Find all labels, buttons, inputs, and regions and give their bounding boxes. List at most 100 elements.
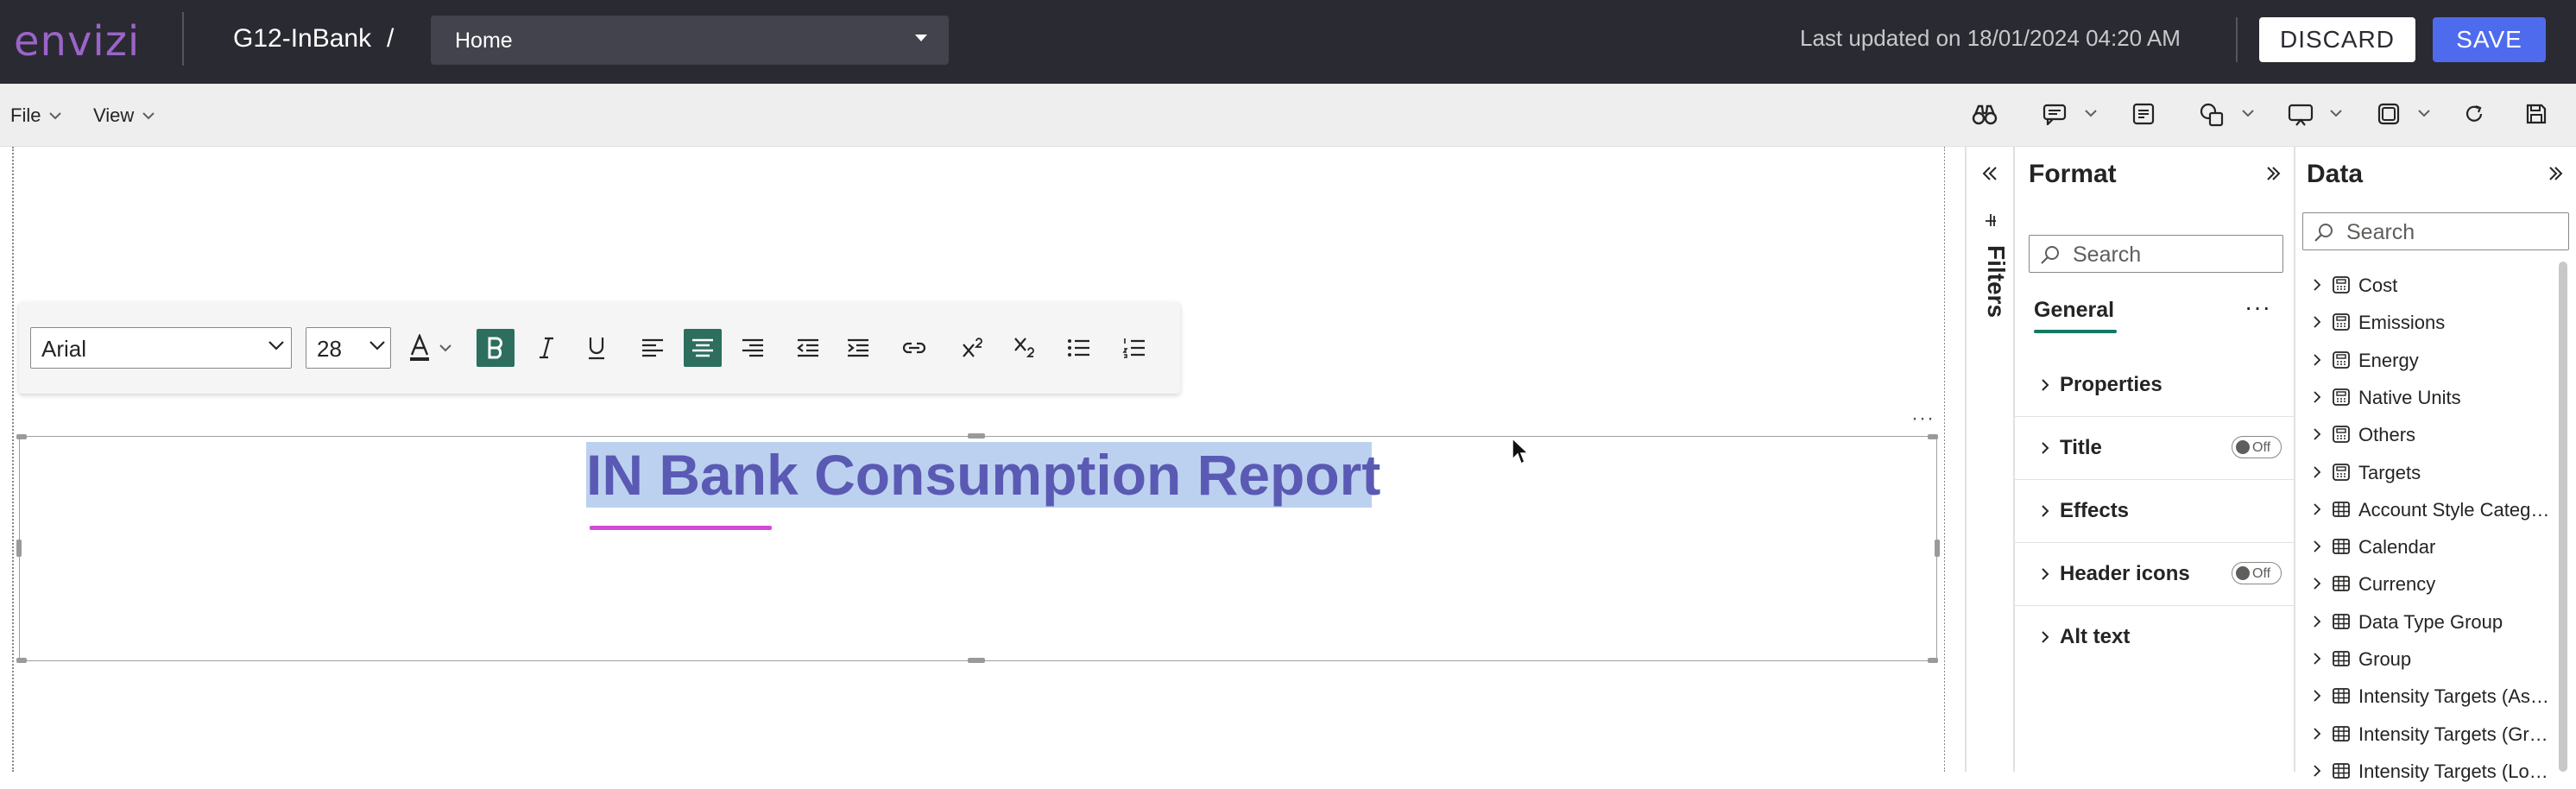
- underline-button[interactable]: [578, 329, 616, 367]
- shapes-icon[interactable]: [2200, 103, 2224, 127]
- data-field-item[interactable]: Energy: [2295, 341, 2554, 378]
- chevron-right-icon[interactable]: [2313, 764, 2321, 778]
- link-button[interactable]: [895, 329, 933, 367]
- superscript-button[interactable]: [954, 329, 992, 367]
- data-field-item[interactable]: Targets: [2295, 453, 2554, 490]
- data-field-item[interactable]: Others: [2295, 415, 2554, 452]
- section-label: Alt text: [2060, 625, 2131, 648]
- bulleted-list-button[interactable]: [1060, 329, 1098, 367]
- envizi-logo[interactable]: envizi: [14, 17, 140, 66]
- binoculars-icon[interactable]: [1972, 103, 1998, 127]
- chevron-right-icon[interactable]: [2313, 727, 2321, 741]
- resize-handle[interactable]: [16, 540, 22, 557]
- textbox-icon[interactable]: [2132, 103, 2155, 125]
- chevron-right-icon[interactable]: [2313, 577, 2321, 590]
- data-field-item[interactable]: Data Type Group: [2295, 603, 2554, 640]
- filters-pane-collapsed[interactable]: [1965, 147, 2015, 772]
- tab-general[interactable]: General: [2034, 297, 2114, 323]
- page-select-dropdown[interactable]: Home: [431, 16, 949, 65]
- chevron-right-icon[interactable]: [2313, 278, 2321, 292]
- chevron-down-icon[interactable]: [2085, 110, 2097, 117]
- chevron-down-icon[interactable]: [2242, 110, 2254, 117]
- save-icon[interactable]: [2525, 103, 2548, 125]
- bold-button[interactable]: [477, 329, 515, 367]
- data-field-item[interactable]: Intensity Targets (Loca...: [2295, 752, 2554, 789]
- double-chevron-right-icon[interactable]: [2265, 166, 2281, 181]
- menu-view[interactable]: View: [93, 104, 155, 127]
- toggle-knob: [2236, 566, 2250, 580]
- chevron-right-icon[interactable]: [2313, 502, 2321, 516]
- chevron-right-icon[interactable]: [2313, 315, 2321, 329]
- font-color-button[interactable]: [401, 329, 439, 367]
- breadcrumb-separator: /: [387, 24, 395, 53]
- report-title-text[interactable]: IN Bank Consumption Report: [586, 442, 1380, 508]
- chevron-right-icon[interactable]: [2313, 689, 2321, 703]
- chevron-right-icon[interactable]: [2313, 427, 2321, 441]
- chevron-right-icon[interactable]: [2313, 353, 2321, 367]
- filters-label[interactable]: Filters: [1972, 242, 2010, 319]
- chevron-right-icon[interactable]: [2313, 652, 2321, 666]
- resize-handle[interactable]: [968, 433, 985, 439]
- font-family-select[interactable]: Arial: [30, 327, 292, 369]
- double-chevron-right-icon[interactable]: [2548, 166, 2563, 181]
- resize-handle[interactable]: [16, 658, 27, 663]
- refresh-icon[interactable]: [2463, 103, 2485, 125]
- data-field-item[interactable]: Account Style Category: [2295, 490, 2554, 527]
- underline-icon: [589, 338, 604, 360]
- chevron-right-icon: [2042, 631, 2049, 643]
- chevron-down-icon[interactable]: [2330, 110, 2342, 117]
- section-header-icons[interactable]: Header icons Off: [2015, 543, 2294, 606]
- data-field-label: Emissions: [2358, 312, 2446, 333]
- italic-button[interactable]: [527, 329, 565, 367]
- comment-icon[interactable]: [2042, 103, 2067, 125]
- subscript-button[interactable]: [1006, 329, 1044, 367]
- chevron-right-icon: [2042, 505, 2049, 517]
- chevron-right-icon[interactable]: [2313, 540, 2321, 553]
- layout-icon[interactable]: [2377, 103, 2400, 125]
- data-search-placeholder: Search: [2346, 220, 2415, 244]
- resize-handle[interactable]: [1928, 658, 1938, 663]
- align-center-button[interactable]: [684, 329, 722, 367]
- chevron-right-icon[interactable]: [2313, 465, 2321, 479]
- font-color-dropdown[interactable]: [434, 329, 457, 367]
- data-field-item[interactable]: Currency: [2295, 565, 2554, 602]
- section-title[interactable]: Title Off: [2015, 417, 2294, 480]
- data-pane: Data Search Cost Emissions Energy Native Un…: [2295, 147, 2576, 782]
- font-size-select[interactable]: 28: [306, 327, 391, 369]
- section-properties[interactable]: Properties: [2015, 354, 2294, 417]
- header-icons-toggle[interactable]: Off: [2232, 562, 2282, 584]
- format-more-options[interactable]: ···: [2245, 294, 2271, 321]
- data-search-input[interactable]: Search: [2302, 212, 2569, 250]
- data-field-item[interactable]: Calendar: [2295, 527, 2554, 565]
- double-chevron-left-icon[interactable]: [1981, 166, 1998, 181]
- chevron-right-icon[interactable]: [2313, 390, 2321, 404]
- data-field-item[interactable]: Intensity Targets (Ass...: [2295, 677, 2554, 714]
- decrease-indent-button[interactable]: [789, 329, 827, 367]
- align-right-button[interactable]: [734, 329, 772, 367]
- data-field-item[interactable]: Cost: [2295, 266, 2554, 303]
- data-field-item[interactable]: Emissions: [2295, 303, 2554, 340]
- save-button[interactable]: SAVE: [2433, 17, 2546, 62]
- increase-indent-button[interactable]: [839, 329, 877, 367]
- data-field-item[interactable]: Group: [2295, 640, 2554, 677]
- resize-handle[interactable]: [1935, 540, 1940, 557]
- align-left-button[interactable]: [634, 329, 672, 367]
- chevron-down-icon[interactable]: [2418, 110, 2430, 117]
- visual-more-options[interactable]: ···: [1911, 407, 1935, 431]
- resize-handle[interactable]: [1928, 434, 1938, 439]
- align-center-icon: [692, 338, 713, 357]
- data-pane-scrollbar[interactable]: [2559, 262, 2567, 772]
- resize-handle[interactable]: [16, 434, 27, 439]
- section-alt-text[interactable]: Alt text: [2015, 606, 2294, 669]
- chevron-right-icon[interactable]: [2313, 615, 2321, 628]
- menu-file[interactable]: File: [10, 104, 62, 127]
- data-field-item[interactable]: Native Units: [2295, 378, 2554, 415]
- title-toggle[interactable]: Off: [2232, 436, 2282, 458]
- numbered-list-button[interactable]: [1115, 329, 1153, 367]
- data-field-item[interactable]: Intensity Targets (Gro...: [2295, 715, 2554, 752]
- section-effects[interactable]: Effects: [2015, 480, 2294, 543]
- discard-button[interactable]: DISCARD: [2259, 17, 2415, 62]
- resize-handle[interactable]: [968, 658, 985, 663]
- format-search-input[interactable]: Search: [2029, 235, 2283, 273]
- present-icon[interactable]: [2288, 103, 2314, 127]
